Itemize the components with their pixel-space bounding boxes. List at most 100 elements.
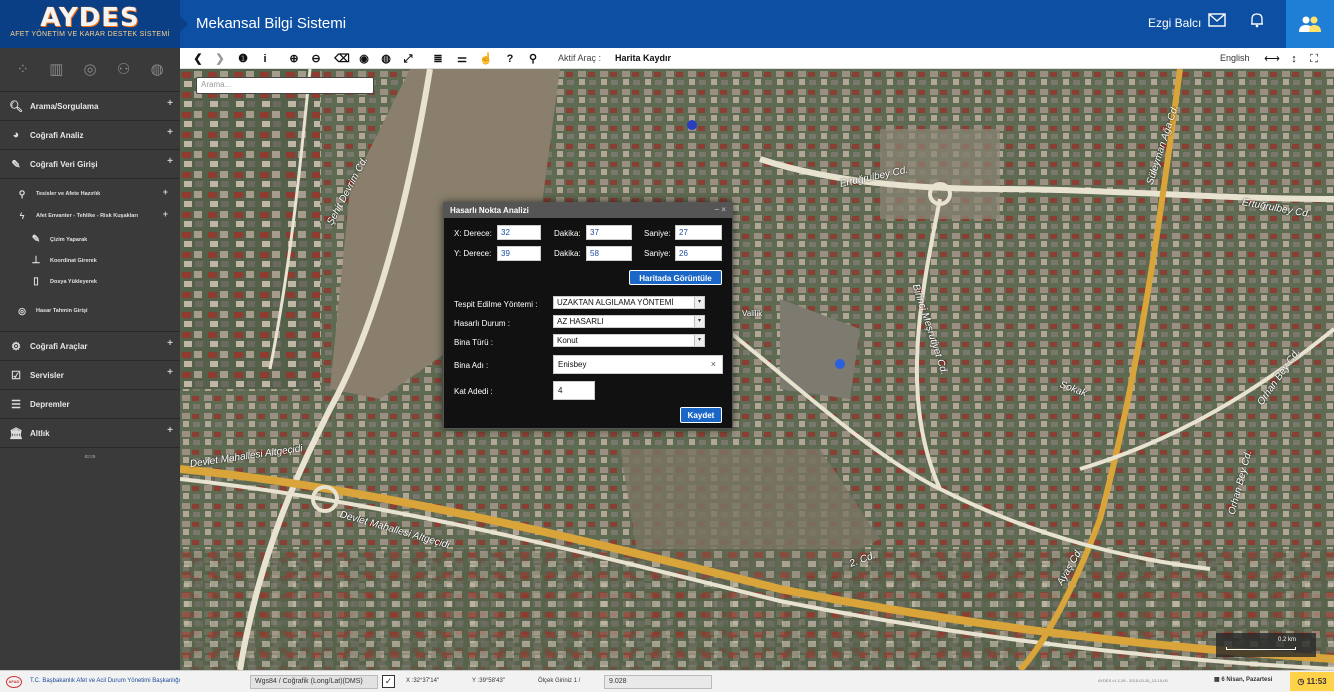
clear-icon[interactable]: × bbox=[711, 359, 716, 369]
aydes-logo[interactable]: AYDES AFET YÖNETİM VE KARAR DESTEK SİSTE… bbox=[0, 0, 180, 48]
method-select[interactable]: UZAKTAN ALGILAMA YÖNTEMİ ▾ bbox=[553, 296, 705, 309]
sub-item-tesisler[interactable]: ⚲ Tesisler ve Afete Hazırlık + bbox=[0, 183, 180, 205]
network-icon[interactable]: ⚇ bbox=[114, 60, 134, 80]
sliders-icon[interactable]: ⚌ bbox=[454, 51, 470, 67]
y-coordinate: Y :39°58'43" bbox=[472, 678, 505, 684]
x-minute-label: Dakika: bbox=[554, 229, 581, 238]
status-bar: AFAD T.C. Başbakanlık Afet ve Acil Durum… bbox=[0, 670, 1334, 692]
x-second-input[interactable]: 27 bbox=[675, 225, 722, 240]
zoom-in-icon[interactable]: ⊕ bbox=[286, 51, 302, 67]
damage-select[interactable]: AZ HASARLI ▾ bbox=[553, 315, 705, 328]
back-icon[interactable]: ❮ bbox=[190, 51, 206, 67]
projection-select[interactable]: Wgs84 / Coğrafik (Long/Lat)(DMS) bbox=[250, 675, 378, 689]
menu-item-servisler[interactable]: ☑ Servisler + bbox=[0, 361, 180, 390]
bell-icon[interactable] bbox=[1246, 12, 1268, 34]
sidebar: ⁘ ▥ ◎ ⚇ ◍ 🔍︎ Arama/Sorgulama + ◕ Coğrafi… bbox=[0, 48, 180, 670]
zoom-out-icon[interactable]: ⊖ bbox=[308, 51, 324, 67]
save-button[interactable]: Kaydet bbox=[680, 407, 722, 423]
logo-subtitle: AFET YÖNETİM VE KARAR DESTEK SİSTEMİ bbox=[10, 31, 170, 38]
plus-icon[interactable]: + bbox=[167, 338, 173, 349]
layers-tree-icon[interactable]: ⁘ bbox=[13, 60, 33, 80]
projection-checkbox[interactable]: ✓ bbox=[382, 675, 395, 688]
sidebar-tools: ⁘ ▥ ◎ ⚇ ◍ bbox=[0, 48, 180, 92]
show-on-map-button[interactable]: Haritada Görüntüle bbox=[629, 270, 722, 285]
map-search-input[interactable]: Arama... bbox=[196, 77, 374, 94]
sub-item-hasar-tahmin[interactable]: ◎ Hasar Tahmin Girişi bbox=[0, 300, 180, 322]
plus-icon[interactable]: + bbox=[167, 127, 173, 138]
method-label: Tespit Edilme Yöntemi : bbox=[454, 300, 538, 309]
app-title: Mekansal Bilgi Sistemi bbox=[196, 15, 347, 32]
building-type-select[interactable]: Konut ▾ bbox=[553, 334, 705, 347]
plus-icon[interactable]: + bbox=[163, 187, 168, 197]
sub-item-label: Afet Envanter - Tehlike - Risk Kuşakları bbox=[36, 213, 138, 219]
time-display: ◷ 11:53 bbox=[1290, 672, 1334, 691]
help-icon[interactable]: ? bbox=[502, 51, 518, 67]
logo-arrow bbox=[180, 16, 188, 32]
database-icon[interactable]: ◎ bbox=[80, 60, 100, 80]
menu-item-cografi-araclar[interactable]: ⚙ Coğrafi Araçlar + bbox=[0, 332, 180, 361]
x-degree-input[interactable]: 32 bbox=[497, 225, 541, 240]
menu-label: Servisler bbox=[30, 370, 64, 380]
plus-icon[interactable]: + bbox=[167, 425, 173, 436]
subsub-item-koordinat[interactable]: ⊥ Koordinat Girerek bbox=[0, 250, 180, 271]
vertical-resize-icon[interactable]: ↕ bbox=[1286, 51, 1302, 67]
y-second-input[interactable]: 26 bbox=[675, 246, 722, 261]
menu-item-depremler[interactable]: ☰ Depremler bbox=[0, 390, 180, 419]
menu-label: Arama/Sorgulama bbox=[30, 101, 99, 111]
info-circle-icon[interactable]: ❶ bbox=[235, 51, 251, 67]
info-icon[interactable]: i bbox=[257, 51, 273, 67]
menu-label: Coğrafi Veri Girişi bbox=[30, 159, 98, 169]
active-tool-value: Harita Kaydır bbox=[615, 53, 672, 63]
scale-input[interactable]: 9.028 bbox=[604, 675, 712, 689]
globe-icon[interactable]: ◍ bbox=[378, 51, 394, 67]
building-name-input[interactable]: Enisbey × bbox=[553, 355, 723, 374]
plus-icon[interactable]: + bbox=[163, 209, 168, 219]
pie-chart-icon: ◕ bbox=[12, 129, 20, 141]
menu-item-arama-sorgulama[interactable]: 🔍︎ Arama/Sorgulama + bbox=[0, 92, 180, 121]
y-degree-input[interactable]: 39 bbox=[497, 246, 541, 261]
building-type-label: Bina Türü : bbox=[454, 338, 493, 347]
menu-item-altlik[interactable]: 🏛︎ Altlık + bbox=[0, 419, 180, 448]
afad-logo: AFAD bbox=[6, 676, 22, 688]
mail-icon[interactable] bbox=[1206, 12, 1228, 34]
y-second-label: Saniye: bbox=[644, 249, 671, 258]
org-link[interactable]: T.C. Başbakanlık Afet ve Acil Durum Yöne… bbox=[30, 678, 180, 684]
building-name-value: Enisbey bbox=[558, 360, 587, 369]
expand-icon[interactable]: ⛶ bbox=[1306, 51, 1322, 67]
forward-icon[interactable]: ❯ bbox=[212, 51, 228, 67]
x-minute-input[interactable]: 37 bbox=[586, 225, 632, 240]
flash-icon: ϟ bbox=[19, 211, 25, 221]
menu-item-cografi-analiz[interactable]: ◕ Coğrafi Analiz + bbox=[0, 121, 180, 150]
marker-icon[interactable]: ⚲ bbox=[525, 51, 541, 67]
sidebar-collapse-icon[interactable]: ⟺ bbox=[0, 448, 180, 461]
plus-icon[interactable]: + bbox=[167, 156, 173, 167]
fullscreen-icon[interactable]: ⤢ bbox=[400, 51, 416, 67]
language-selector[interactable]: English bbox=[1220, 53, 1250, 63]
street-label: Valilik bbox=[742, 309, 763, 318]
sub-item-label: Tesisler ve Afete Hazırlık bbox=[36, 191, 101, 197]
eye-icon[interactable]: ◉ bbox=[356, 51, 372, 67]
clock-icon: ◷ bbox=[1297, 677, 1305, 686]
list-icon[interactable]: ≣ bbox=[430, 51, 446, 67]
chart-icon[interactable]: ▥ bbox=[46, 60, 66, 80]
plus-icon[interactable]: + bbox=[167, 98, 173, 109]
list-icon: ☰ bbox=[11, 398, 21, 411]
scale-line bbox=[1226, 647, 1296, 650]
globe-icon[interactable]: ◍ bbox=[147, 60, 167, 80]
map-toolbar: ❮ ❯ ❶ i ⊕ ⊖ ⌫ ◉ ◍ ⤢ ≣ ⚌ ☝ ? ⚲ Aktif Araç… bbox=[180, 48, 1334, 69]
subsub-item-dosya[interactable]: ▯ Dosya Yükleyerek bbox=[0, 271, 180, 292]
users-icon[interactable] bbox=[1286, 0, 1334, 48]
dialog-window-controls[interactable]: − × bbox=[714, 205, 726, 214]
horizontal-resize-icon[interactable]: ⟷ bbox=[1264, 51, 1280, 67]
hand-icon[interactable]: ☝ bbox=[478, 51, 494, 67]
satellite-map[interactable]: Arama... Şehit Devrim Cd. Ertuğrulbey Cd… bbox=[180, 69, 1334, 670]
floor-count-input[interactable]: 4 bbox=[553, 381, 595, 400]
y-minute-input[interactable]: 58 bbox=[586, 246, 632, 261]
sub-item-afet-envanter[interactable]: ϟ Afet Envanter - Tehlike - Risk Kuşakla… bbox=[0, 205, 180, 227]
user-name[interactable]: Ezgi Balcı bbox=[1148, 16, 1201, 30]
eraser-icon[interactable]: ⌫ bbox=[334, 51, 350, 67]
dialog-title-bar[interactable]: Hasarlı Nokta Analizi − × bbox=[444, 203, 732, 218]
plus-icon[interactable]: + bbox=[167, 367, 173, 378]
menu-item-cografi-veri-girisi[interactable]: ✎ Coğrafi Veri Girişi + bbox=[0, 150, 180, 179]
subsub-item-cizim[interactable]: ✎ Çizim Yaparak bbox=[0, 229, 180, 250]
